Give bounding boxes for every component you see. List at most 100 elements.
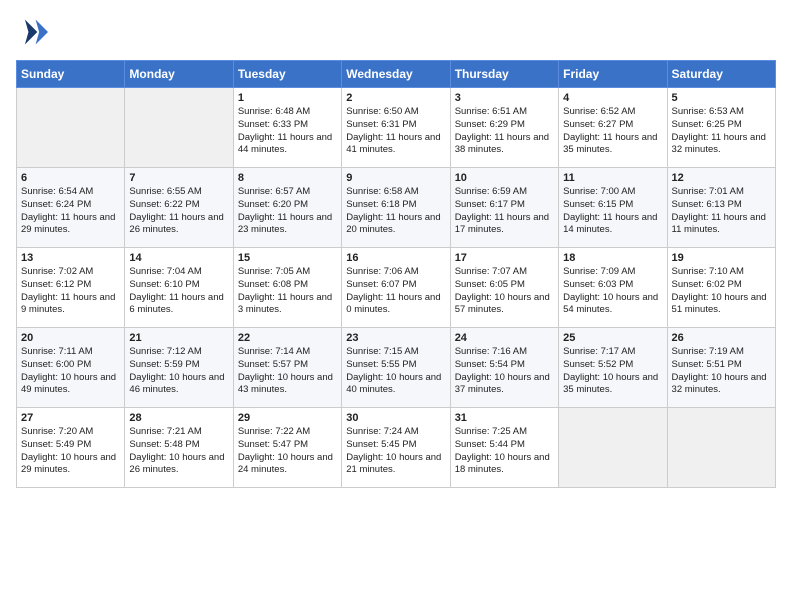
day-number: 9 — [346, 172, 445, 184]
day-detail: Sunrise: 7:10 AM Sunset: 6:02 PM Dayligh… — [672, 266, 771, 317]
logo-icon — [16, 16, 48, 48]
calendar-cell: 16 Sunrise: 7:06 AM Sunset: 6:07 PM Dayl… — [342, 248, 450, 328]
day-detail: Sunrise: 6:57 AM Sunset: 6:20 PM Dayligh… — [238, 186, 337, 237]
day-detail: Sunrise: 7:12 AM Sunset: 5:59 PM Dayligh… — [129, 346, 228, 397]
column-header-friday: Friday — [559, 61, 667, 88]
calendar-cell — [17, 88, 125, 168]
day-detail: Sunrise: 7:22 AM Sunset: 5:47 PM Dayligh… — [238, 426, 337, 477]
column-header-monday: Monday — [125, 61, 233, 88]
day-detail: Sunrise: 7:20 AM Sunset: 5:49 PM Dayligh… — [21, 426, 120, 477]
day-detail: Sunrise: 7:17 AM Sunset: 5:52 PM Dayligh… — [563, 346, 662, 397]
calendar-cell: 14 Sunrise: 7:04 AM Sunset: 6:10 PM Dayl… — [125, 248, 233, 328]
day-detail: Sunrise: 6:58 AM Sunset: 6:18 PM Dayligh… — [346, 186, 445, 237]
day-detail: Sunrise: 7:09 AM Sunset: 6:03 PM Dayligh… — [563, 266, 662, 317]
calendar-cell: 22 Sunrise: 7:14 AM Sunset: 5:57 PM Dayl… — [233, 328, 341, 408]
day-number: 5 — [672, 92, 771, 104]
day-number: 22 — [238, 332, 337, 344]
calendar-cell — [559, 408, 667, 488]
day-number: 28 — [129, 412, 228, 424]
day-number: 18 — [563, 252, 662, 264]
column-header-tuesday: Tuesday — [233, 61, 341, 88]
day-number: 8 — [238, 172, 337, 184]
day-number: 16 — [346, 252, 445, 264]
day-number: 24 — [455, 332, 554, 344]
calendar-cell: 10 Sunrise: 6:59 AM Sunset: 6:17 PM Dayl… — [450, 168, 558, 248]
calendar-header-row: SundayMondayTuesdayWednesdayThursdayFrid… — [17, 61, 776, 88]
day-number: 23 — [346, 332, 445, 344]
day-number: 11 — [563, 172, 662, 184]
day-detail: Sunrise: 6:50 AM Sunset: 6:31 PM Dayligh… — [346, 106, 445, 157]
day-number: 29 — [238, 412, 337, 424]
day-number: 30 — [346, 412, 445, 424]
day-number: 26 — [672, 332, 771, 344]
day-number: 12 — [672, 172, 771, 184]
day-number: 4 — [563, 92, 662, 104]
day-number: 2 — [346, 92, 445, 104]
calendar-cell: 23 Sunrise: 7:15 AM Sunset: 5:55 PM Dayl… — [342, 328, 450, 408]
column-header-wednesday: Wednesday — [342, 61, 450, 88]
calendar-week-row: 1 Sunrise: 6:48 AM Sunset: 6:33 PM Dayli… — [17, 88, 776, 168]
day-detail: Sunrise: 7:24 AM Sunset: 5:45 PM Dayligh… — [346, 426, 445, 477]
calendar-week-row: 20 Sunrise: 7:11 AM Sunset: 6:00 PM Dayl… — [17, 328, 776, 408]
calendar-cell: 11 Sunrise: 7:00 AM Sunset: 6:15 PM Dayl… — [559, 168, 667, 248]
calendar-cell: 25 Sunrise: 7:17 AM Sunset: 5:52 PM Dayl… — [559, 328, 667, 408]
day-number: 21 — [129, 332, 228, 344]
calendar-cell: 7 Sunrise: 6:55 AM Sunset: 6:22 PM Dayli… — [125, 168, 233, 248]
day-detail: Sunrise: 6:55 AM Sunset: 6:22 PM Dayligh… — [129, 186, 228, 237]
calendar-cell: 30 Sunrise: 7:24 AM Sunset: 5:45 PM Dayl… — [342, 408, 450, 488]
calendar-cell: 19 Sunrise: 7:10 AM Sunset: 6:02 PM Dayl… — [667, 248, 775, 328]
calendar-cell: 3 Sunrise: 6:51 AM Sunset: 6:29 PM Dayli… — [450, 88, 558, 168]
calendar-week-row: 6 Sunrise: 6:54 AM Sunset: 6:24 PM Dayli… — [17, 168, 776, 248]
day-detail: Sunrise: 7:02 AM Sunset: 6:12 PM Dayligh… — [21, 266, 120, 317]
day-detail: Sunrise: 7:04 AM Sunset: 6:10 PM Dayligh… — [129, 266, 228, 317]
day-number: 15 — [238, 252, 337, 264]
day-number: 17 — [455, 252, 554, 264]
calendar-cell: 31 Sunrise: 7:25 AM Sunset: 5:44 PM Dayl… — [450, 408, 558, 488]
day-detail: Sunrise: 7:06 AM Sunset: 6:07 PM Dayligh… — [346, 266, 445, 317]
column-header-thursday: Thursday — [450, 61, 558, 88]
day-detail: Sunrise: 6:59 AM Sunset: 6:17 PM Dayligh… — [455, 186, 554, 237]
calendar-cell: 28 Sunrise: 7:21 AM Sunset: 5:48 PM Dayl… — [125, 408, 233, 488]
day-number: 20 — [21, 332, 120, 344]
day-number: 31 — [455, 412, 554, 424]
calendar-cell: 18 Sunrise: 7:09 AM Sunset: 6:03 PM Dayl… — [559, 248, 667, 328]
calendar-week-row: 27 Sunrise: 7:20 AM Sunset: 5:49 PM Dayl… — [17, 408, 776, 488]
calendar-table: SundayMondayTuesdayWednesdayThursdayFrid… — [16, 60, 776, 488]
day-detail: Sunrise: 7:01 AM Sunset: 6:13 PM Dayligh… — [672, 186, 771, 237]
day-detail: Sunrise: 7:16 AM Sunset: 5:54 PM Dayligh… — [455, 346, 554, 397]
day-detail: Sunrise: 6:51 AM Sunset: 6:29 PM Dayligh… — [455, 106, 554, 157]
day-number: 25 — [563, 332, 662, 344]
calendar-cell — [667, 408, 775, 488]
day-number: 10 — [455, 172, 554, 184]
day-number: 3 — [455, 92, 554, 104]
day-number: 1 — [238, 92, 337, 104]
calendar-cell: 8 Sunrise: 6:57 AM Sunset: 6:20 PM Dayli… — [233, 168, 341, 248]
day-number: 13 — [21, 252, 120, 264]
column-header-sunday: Sunday — [17, 61, 125, 88]
calendar-cell: 1 Sunrise: 6:48 AM Sunset: 6:33 PM Dayli… — [233, 88, 341, 168]
day-detail: Sunrise: 6:52 AM Sunset: 6:27 PM Dayligh… — [563, 106, 662, 157]
calendar-cell: 13 Sunrise: 7:02 AM Sunset: 6:12 PM Dayl… — [17, 248, 125, 328]
day-detail: Sunrise: 7:21 AM Sunset: 5:48 PM Dayligh… — [129, 426, 228, 477]
calendar-cell: 20 Sunrise: 7:11 AM Sunset: 6:00 PM Dayl… — [17, 328, 125, 408]
column-header-saturday: Saturday — [667, 61, 775, 88]
calendar-cell — [125, 88, 233, 168]
calendar-cell: 29 Sunrise: 7:22 AM Sunset: 5:47 PM Dayl… — [233, 408, 341, 488]
calendar-cell: 21 Sunrise: 7:12 AM Sunset: 5:59 PM Dayl… — [125, 328, 233, 408]
logo — [16, 16, 52, 48]
day-detail: Sunrise: 7:07 AM Sunset: 6:05 PM Dayligh… — [455, 266, 554, 317]
day-detail: Sunrise: 7:14 AM Sunset: 5:57 PM Dayligh… — [238, 346, 337, 397]
calendar-cell: 9 Sunrise: 6:58 AM Sunset: 6:18 PM Dayli… — [342, 168, 450, 248]
day-number: 19 — [672, 252, 771, 264]
day-detail: Sunrise: 7:05 AM Sunset: 6:08 PM Dayligh… — [238, 266, 337, 317]
calendar-cell: 15 Sunrise: 7:05 AM Sunset: 6:08 PM Dayl… — [233, 248, 341, 328]
calendar-cell: 26 Sunrise: 7:19 AM Sunset: 5:51 PM Dayl… — [667, 328, 775, 408]
day-detail: Sunrise: 6:48 AM Sunset: 6:33 PM Dayligh… — [238, 106, 337, 157]
day-detail: Sunrise: 7:15 AM Sunset: 5:55 PM Dayligh… — [346, 346, 445, 397]
calendar-cell: 6 Sunrise: 6:54 AM Sunset: 6:24 PM Dayli… — [17, 168, 125, 248]
calendar-cell: 24 Sunrise: 7:16 AM Sunset: 5:54 PM Dayl… — [450, 328, 558, 408]
calendar-cell: 12 Sunrise: 7:01 AM Sunset: 6:13 PM Dayl… — [667, 168, 775, 248]
day-detail: Sunrise: 7:19 AM Sunset: 5:51 PM Dayligh… — [672, 346, 771, 397]
calendar-cell: 2 Sunrise: 6:50 AM Sunset: 6:31 PM Dayli… — [342, 88, 450, 168]
day-number: 14 — [129, 252, 228, 264]
